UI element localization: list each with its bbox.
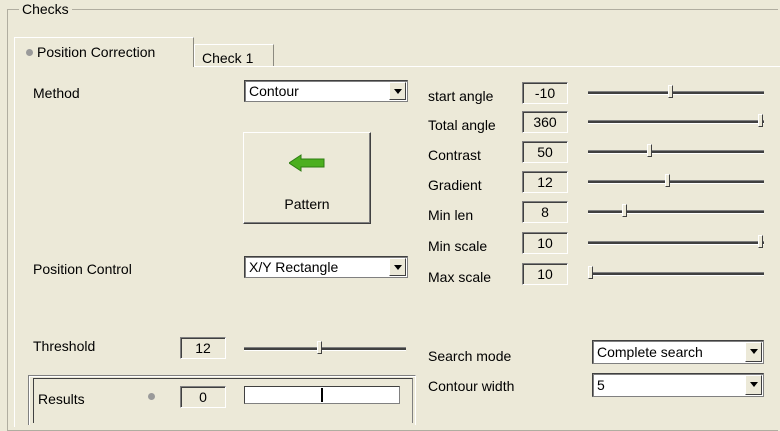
- method-label: Method: [33, 85, 80, 101]
- chevron-down-icon[interactable]: [389, 258, 406, 276]
- slider-track: [588, 241, 764, 245]
- search-mode-value: Complete search: [597, 344, 703, 360]
- search-mode-label: Search mode: [428, 348, 512, 364]
- param-value: 10: [522, 232, 568, 254]
- param-label: Total angle: [428, 117, 496, 133]
- slider-track: [588, 91, 764, 95]
- chevron-down-icon[interactable]: [745, 342, 762, 362]
- tab-check-1[interactable]: Check 1: [194, 44, 274, 67]
- pattern-button-label: Pattern: [284, 196, 330, 212]
- param-value: 8: [522, 201, 568, 223]
- param-label: Min scale: [428, 238, 488, 254]
- contour-width-value: 5: [597, 377, 605, 393]
- param-label: start angle: [428, 88, 494, 104]
- slider-track: [244, 347, 406, 351]
- threshold-slider[interactable]: [244, 339, 406, 359]
- slider-track: [588, 210, 764, 214]
- slider-thumb[interactable]: [317, 341, 322, 354]
- slider-thumb[interactable]: [758, 235, 763, 248]
- tab-label: Check 1: [202, 50, 254, 66]
- slider-track: [588, 150, 764, 154]
- contour-width-combo[interactable]: 5: [592, 373, 764, 397]
- slider-track: [588, 120, 764, 124]
- method-value: Contour: [249, 83, 299, 99]
- position-control-label: Position Control: [33, 261, 132, 277]
- slider-thumb[interactable]: [668, 85, 673, 98]
- tab-label: Position Correction: [37, 44, 156, 60]
- results-label: Results: [38, 391, 85, 407]
- param-value: 12: [522, 171, 568, 193]
- threshold-label: Threshold: [33, 338, 96, 354]
- slider-thumb[interactable]: [622, 204, 627, 217]
- results-value: 0: [180, 386, 226, 408]
- param-slider[interactable]: [588, 202, 764, 222]
- param-slider[interactable]: [588, 233, 764, 253]
- threshold-value: 12: [180, 337, 226, 359]
- checks-group-title: Checks: [19, 1, 72, 17]
- param-label: Gradient: [428, 177, 482, 193]
- position-control-value: X/Y Rectangle: [249, 259, 339, 275]
- slider-thumb[interactable]: [758, 114, 763, 127]
- slider-track: [588, 272, 764, 276]
- progress-marker: [321, 388, 323, 402]
- position-control-combo[interactable]: X/Y Rectangle: [244, 256, 408, 278]
- chevron-down-icon[interactable]: [745, 375, 762, 395]
- param-label: Max scale: [428, 269, 492, 285]
- results-progress-bar: [244, 386, 400, 404]
- param-value: 10: [522, 263, 568, 285]
- contour-width-label: Contour width: [428, 378, 515, 394]
- param-slider[interactable]: [588, 264, 764, 284]
- param-value: -10: [522, 82, 568, 104]
- tab-position-correction[interactable]: Position Correction: [14, 37, 194, 67]
- chevron-down-icon[interactable]: [389, 82, 406, 100]
- slider-track: [588, 180, 764, 184]
- left-arrow-icon: [289, 154, 325, 172]
- tab-status-dot-icon: [26, 49, 33, 57]
- param-label: Contrast: [428, 147, 481, 163]
- search-mode-combo[interactable]: Complete search: [592, 340, 764, 364]
- param-slider[interactable]: [588, 172, 764, 192]
- results-status-dot-icon: [148, 393, 155, 400]
- param-value: 360: [522, 111, 568, 133]
- slider-thumb[interactable]: [588, 266, 593, 279]
- method-combo[interactable]: Contour: [244, 80, 408, 102]
- slider-thumb[interactable]: [665, 174, 670, 187]
- param-value: 50: [522, 141, 568, 163]
- param-slider[interactable]: [588, 112, 764, 132]
- slider-thumb[interactable]: [647, 144, 652, 157]
- pattern-button[interactable]: Pattern: [243, 132, 371, 224]
- param-slider[interactable]: [588, 142, 764, 162]
- param-slider[interactable]: [588, 83, 764, 103]
- param-label: Min len: [428, 207, 474, 223]
